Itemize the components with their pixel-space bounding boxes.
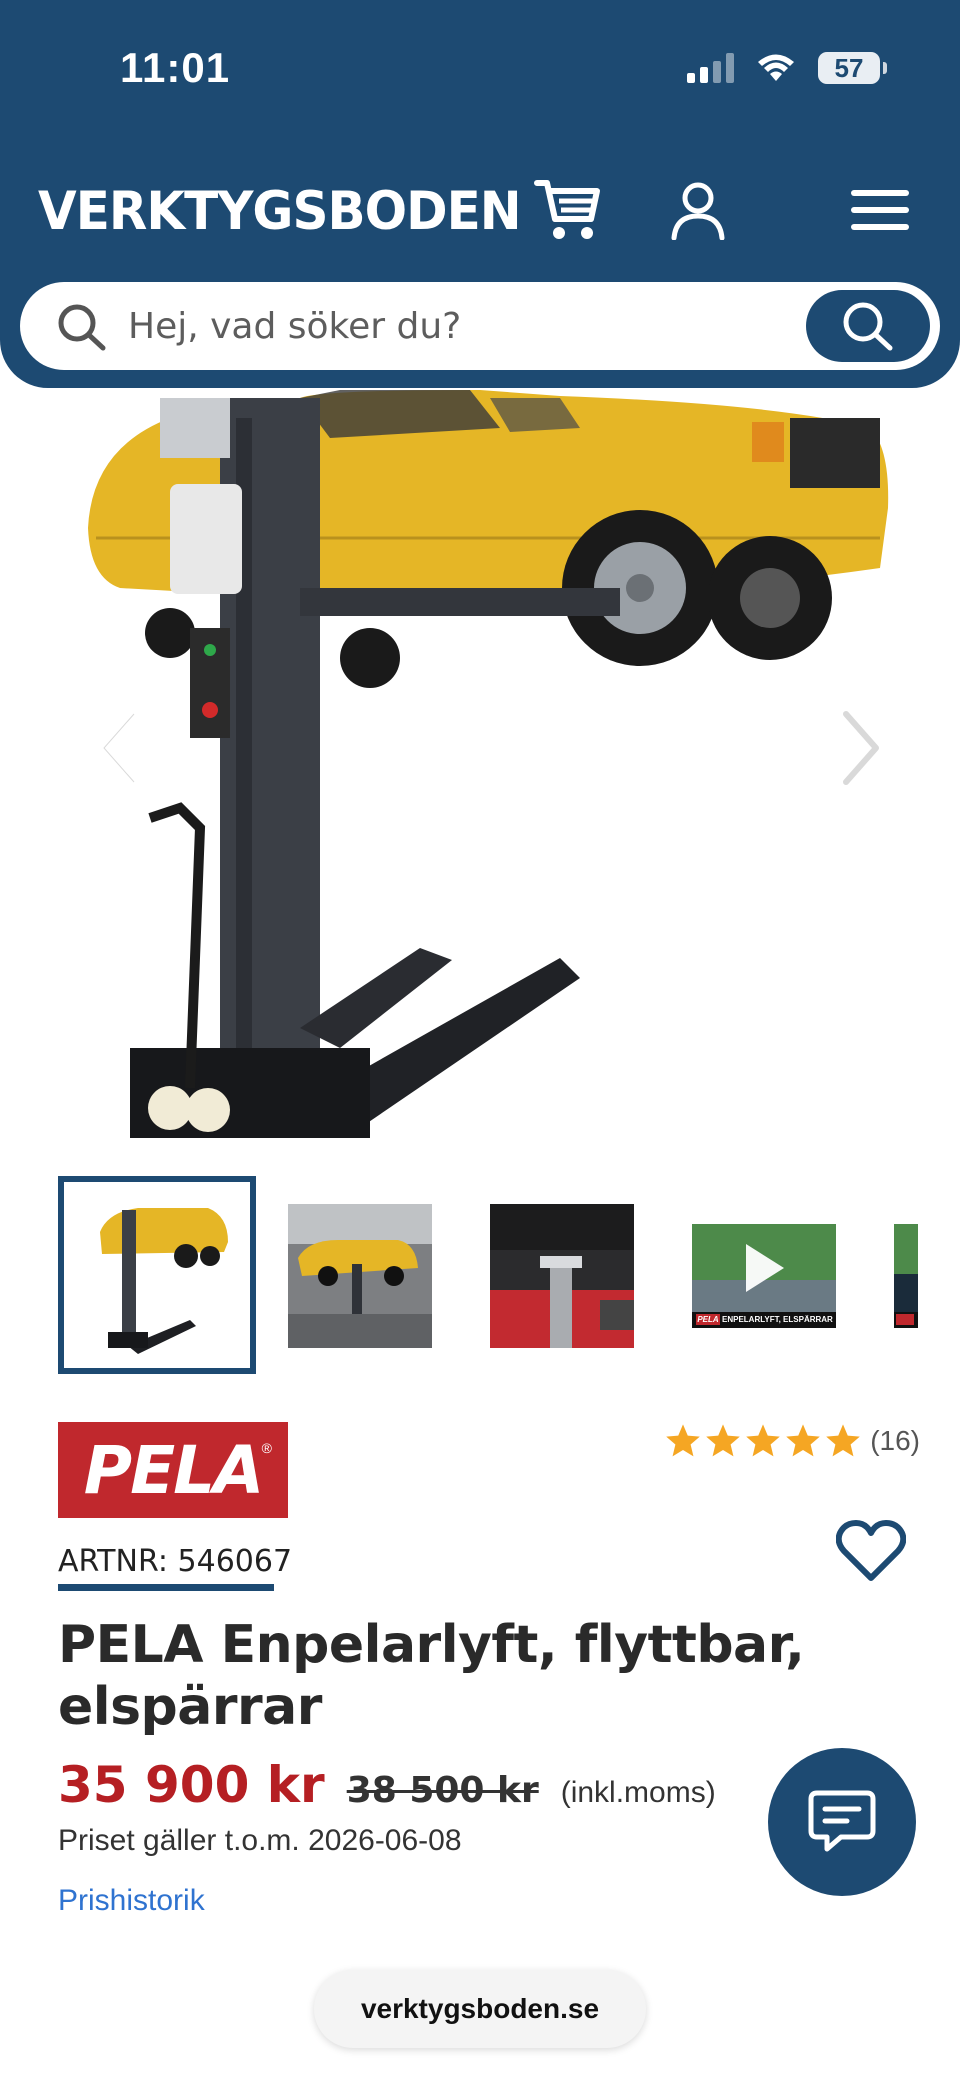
article-number-underline: [58, 1584, 274, 1591]
thumbnail-1[interactable]: [58, 1176, 256, 1374]
gallery-next-button[interactable]: [832, 698, 892, 798]
thumbnail-image: [288, 1204, 432, 1348]
star-icon: [746, 1424, 780, 1457]
signal-icon: [687, 53, 734, 83]
play-icon: [746, 1244, 784, 1292]
thumbnail-video[interactable]: PELA ENPELARLYFT, ELSPÄRRAR: [692, 1204, 836, 1348]
brand-logo-text: PELA: [83, 1431, 265, 1509]
chevron-right-icon: [843, 711, 879, 785]
status-time: 11:01: [120, 44, 231, 91]
price-history-link[interactable]: Prishistorik: [58, 1884, 205, 1918]
cart-icon: [534, 180, 600, 239]
star-icon: [666, 1424, 700, 1457]
video-caption: ENPELARLYFT, ELSPÄRRAR: [722, 1315, 833, 1324]
wifi-icon: [758, 54, 794, 81]
chevron-left-icon: [101, 711, 137, 785]
current-price: 35 900 kr: [58, 1756, 325, 1814]
thumbnail-3[interactable]: [490, 1204, 634, 1348]
thumbnail-2[interactable]: [288, 1204, 432, 1348]
old-price: 38 500 kr: [346, 1770, 539, 1811]
battery-indicator: 57: [818, 52, 887, 84]
vat-note: (inkl.moms): [560, 1776, 716, 1809]
menu-button[interactable]: [842, 172, 918, 248]
video-logo: PELA: [697, 1315, 719, 1324]
search-icon: [58, 304, 106, 351]
heart-icon: [835, 1520, 907, 1581]
article-number: ARTNR: 546067: [58, 1544, 293, 1579]
menu-icon: [851, 190, 909, 230]
product-title: PELA Enpelarlyft, flyttbar, elspärrar: [58, 1615, 805, 1737]
product-rating[interactable]: (16): [664, 1422, 920, 1460]
site-header: 11:01 57 VERKTYGSBODEN: [0, 0, 960, 388]
user-icon: [671, 182, 725, 240]
favorite-button[interactable]: [835, 1520, 907, 1587]
brand-logo[interactable]: PELA ®: [58, 1422, 288, 1518]
gallery-prev-button[interactable]: [88, 698, 148, 798]
browser-url-bar[interactable]: verktygsboden.se: [314, 1970, 646, 2048]
search-button[interactable]: [806, 290, 930, 362]
star-icon: [826, 1424, 860, 1457]
account-button[interactable]: [660, 172, 736, 248]
price-row: 35 900 kr 38 500 kr (inkl.moms): [58, 1756, 716, 1814]
status-icons: 57: [687, 52, 887, 84]
thumbnail-image: [78, 1196, 236, 1354]
star-icon: [786, 1424, 820, 1457]
cart-button[interactable]: [530, 172, 606, 248]
product-image-gallery[interactable]: [0, 388, 960, 1168]
thumbnail-strip: PELA ENPELARLYFT, ELSPÄRRAR: [58, 1176, 960, 1374]
thumbnail-image: [894, 1224, 918, 1328]
thumbnail-image: [490, 1204, 634, 1348]
search-bar: [20, 282, 940, 370]
thumbnail-5[interactable]: [894, 1204, 918, 1348]
search-input[interactable]: [128, 296, 808, 356]
rating-count: (16): [870, 1425, 920, 1456]
search-icon: [843, 302, 893, 351]
brand-logo-mark: ®: [261, 1440, 272, 1456]
price-validity: Priset gäller t.o.m. 2026-06-08: [58, 1824, 462, 1857]
site-logo[interactable]: VERKTYGSBODEN: [38, 181, 522, 242]
star-icon: [706, 1424, 740, 1457]
chat-icon: [808, 1790, 876, 1852]
chat-button[interactable]: [768, 1748, 916, 1896]
